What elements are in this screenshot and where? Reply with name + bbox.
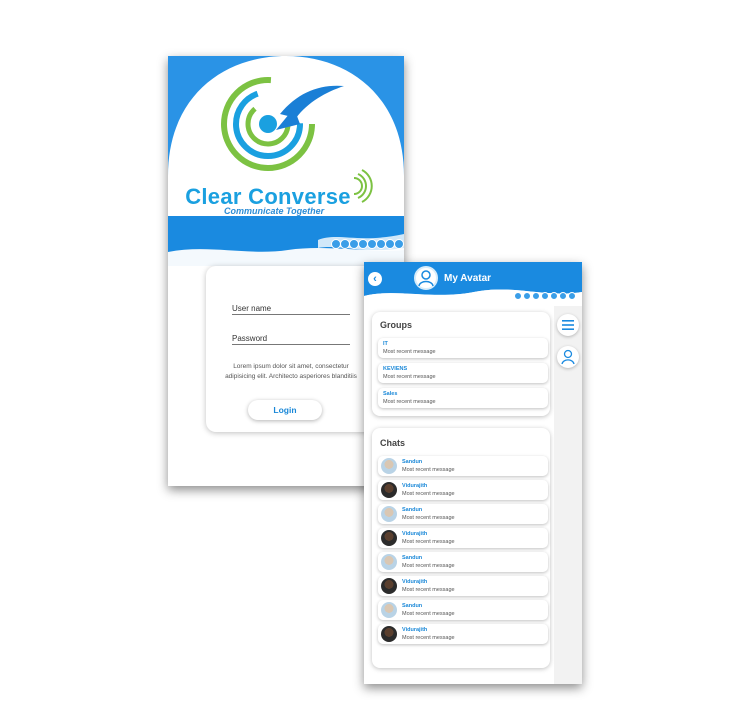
chat-name: Sandun — [402, 603, 423, 609]
group-name: Sales — [383, 391, 398, 397]
avatar — [381, 482, 397, 498]
chat-item[interactable]: Sandun Most recent message — [378, 456, 548, 476]
avatar — [381, 530, 397, 546]
avatar — [381, 626, 397, 642]
group-item[interactable]: IT Most recent message — [378, 338, 548, 358]
chat-message: Most recent message — [402, 635, 455, 641]
chat-item[interactable]: Vidurajith Most recent message — [378, 528, 548, 548]
chat-item[interactable]: Sandun Most recent message — [378, 504, 548, 524]
header-dot — [550, 292, 558, 300]
chat-message: Most recent message — [402, 491, 455, 497]
login-description: Lorem ipsum dolor sit amet, consectetur … — [225, 363, 357, 380]
group-message: Most recent message — [383, 374, 436, 380]
header-dot — [559, 292, 567, 300]
chat-name: Vidurajith — [402, 483, 428, 489]
back-button[interactable]: ‹ — [368, 272, 382, 286]
chat-name: Vidurajith — [402, 531, 428, 537]
password-field[interactable]: Password — [232, 334, 350, 345]
chat-name: Sandun — [402, 459, 423, 465]
screen-title: My Avatar — [444, 273, 492, 284]
chats-title: Chats — [380, 438, 406, 448]
avatar — [381, 578, 397, 594]
group-message: Most recent message — [383, 349, 436, 355]
chat-message: Most recent message — [402, 515, 455, 521]
chat-name: Sandun — [402, 555, 423, 561]
chat-item[interactable]: Sandun Most recent message — [378, 552, 548, 572]
login-button[interactable]: Login — [248, 400, 322, 420]
chat-name: Vidurajith — [402, 579, 428, 585]
chats-panel: Chats Sandun Most recent message Viduraj… — [372, 428, 550, 668]
avatar — [381, 602, 397, 618]
chat-message: Most recent message — [402, 587, 455, 593]
menu-button[interactable] — [557, 314, 579, 336]
header-dots — [514, 292, 576, 300]
chat-name: Vidurajith — [402, 627, 428, 633]
chat-name: Sandun — [402, 507, 423, 513]
group-item[interactable]: Sales Most recent message — [378, 388, 548, 408]
hamburger-menu-icon — [562, 320, 574, 330]
avatar — [381, 506, 397, 522]
back-arrow-icon: ‹ — [373, 273, 377, 285]
chat-message: Most recent message — [402, 467, 455, 473]
groups-title: Groups — [380, 320, 413, 330]
stage: Clear Converse Communicate Together User… — [0, 0, 740, 710]
chat-item[interactable]: Vidurajith Most recent message — [378, 480, 548, 500]
group-item[interactable]: KEVIENS Most recent message — [378, 363, 548, 383]
username-field[interactable]: User name — [232, 304, 350, 315]
chat-list-screen: ‹ My Avatar Groups IT Most recent messag… — [364, 262, 582, 684]
header-dot — [532, 292, 540, 300]
login-wave-banner — [168, 216, 404, 266]
group-name: KEVIENS — [383, 366, 408, 372]
user-icon — [418, 270, 434, 287]
header-dot — [523, 292, 531, 300]
header-dot — [541, 292, 549, 300]
chat-item[interactable]: Sandun Most recent message — [378, 600, 548, 620]
chat-message: Most recent message — [402, 563, 455, 569]
group-name: IT — [383, 341, 388, 347]
side-rail — [554, 306, 582, 684]
chat-message: Most recent message — [402, 539, 455, 545]
avatar — [381, 554, 397, 570]
logo-icon — [221, 77, 344, 171]
chat-item[interactable]: Vidurajith Most recent message — [378, 624, 548, 644]
user-icon — [561, 349, 575, 365]
header-dot — [514, 292, 522, 300]
header-dot — [568, 292, 576, 300]
groups-panel: Groups IT Most recent message KEVIENS Mo… — [372, 312, 550, 416]
group-message: Most recent message — [383, 399, 436, 405]
chat-message: Most recent message — [402, 611, 455, 617]
header-avatar[interactable] — [414, 266, 438, 290]
profile-button[interactable] — [557, 346, 579, 368]
avatar — [381, 458, 397, 474]
chat-item[interactable]: Vidurajith Most recent message — [378, 576, 548, 596]
